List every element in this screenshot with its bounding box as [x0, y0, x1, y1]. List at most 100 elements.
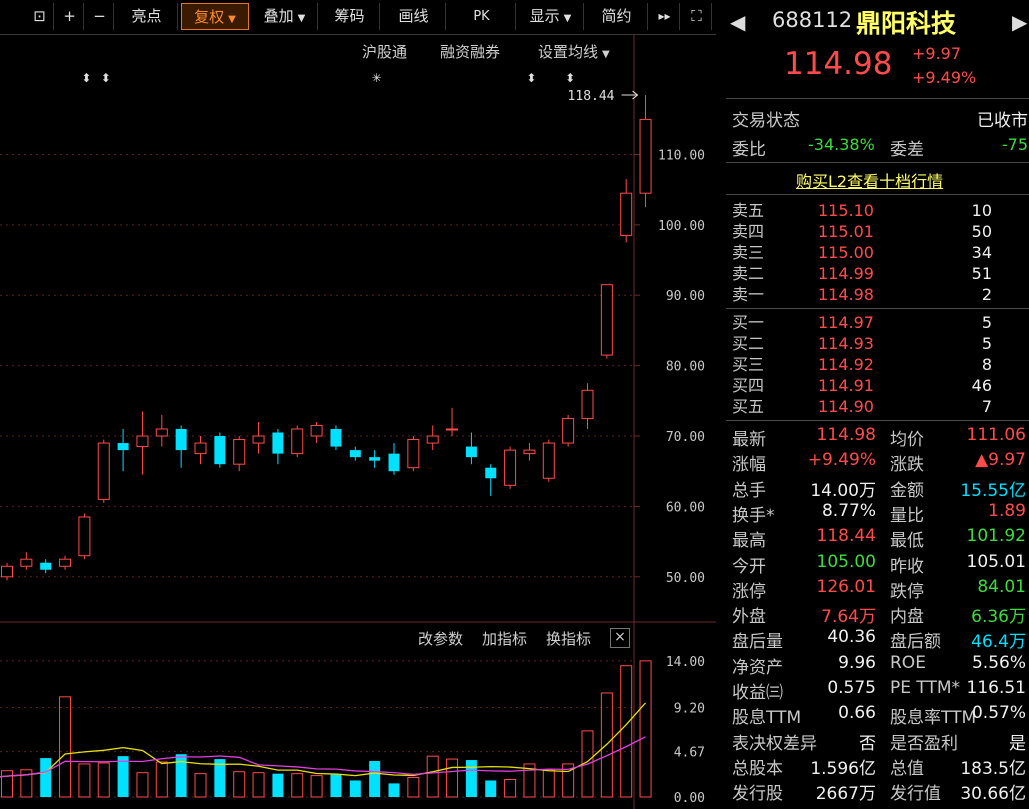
stat-label: 跌停	[890, 581, 924, 602]
candle-down	[349, 450, 361, 458]
event-marker-icon: ⬍	[526, 71, 536, 85]
stat-label: 总值	[890, 758, 924, 779]
l2-quote-link[interactable]: 购买L2查看十档行情	[796, 168, 943, 192]
bid-level-label: 买二	[732, 334, 765, 353]
volume-bar-down	[369, 761, 381, 797]
fullscreen-icon[interactable]: ⛶	[682, 3, 712, 30]
price-tick-label: 80.00	[666, 360, 705, 375]
volume-bar-down	[117, 756, 129, 797]
stat-row: 盘后量 40.36 盘后额 46.4万	[732, 627, 1028, 652]
price-tick-label: 50.00	[666, 571, 705, 586]
bid-level-label: 买五	[732, 397, 765, 416]
stat-value: 46.4万	[971, 632, 1026, 653]
volume-bar-up	[59, 696, 72, 798]
candle-up	[233, 439, 246, 465]
ask-level-price: 114.99	[818, 264, 874, 283]
chips-button[interactable]: 筹码	[320, 3, 380, 30]
candle-up	[504, 449, 517, 486]
stat-value: 116.51	[966, 678, 1026, 698]
volume-bar-up	[426, 755, 439, 798]
ask-level-label: 卖五	[732, 201, 765, 220]
trade-status-row: 交易状态 已收市	[732, 111, 1028, 131]
volume-bar-up	[155, 761, 168, 798]
bid-level-price: 114.90	[818, 397, 874, 416]
stat-label: 涨停	[732, 581, 766, 602]
candle-up	[523, 449, 536, 455]
simple-button[interactable]: 简约	[586, 3, 648, 30]
zoom-in-icon[interactable]: +	[56, 3, 84, 30]
candle-up	[542, 442, 555, 479]
candle-up	[136, 435, 149, 448]
stat-value: 40.36	[827, 627, 876, 648]
stat-value: ▲9.97	[975, 450, 1026, 471]
stat-value: 否	[859, 733, 876, 754]
stat-label: 收益㈢	[732, 683, 783, 703]
next-stock-icon[interactable]: ▶	[1012, 10, 1027, 34]
stat-row: 表决权差异 否 是否盈利 是	[732, 729, 1028, 754]
prev-stock-icon[interactable]: ◀	[730, 10, 745, 34]
quote-panel: ◀ ▶ 688112 鼎阳科技 114.98 +9.97 +9.49% 交易状态…	[720, 0, 1029, 809]
stat-value: 7.64万	[821, 607, 876, 628]
price-change: +9.97	[912, 44, 962, 63]
stat-value: 是	[1009, 733, 1026, 754]
candle-up	[252, 435, 265, 444]
candle-up	[446, 428, 459, 431]
ask-level-label: 卖三	[732, 243, 765, 262]
stat-label: 最新	[732, 430, 766, 450]
stat-value: 111.06	[966, 425, 1026, 445]
event-marker-icon: ⬍	[81, 71, 91, 85]
stat-value: 0.57%	[971, 703, 1026, 724]
volume-bar-up	[542, 769, 555, 798]
volume-bar-up	[310, 775, 323, 798]
candle-up	[1, 565, 13, 578]
stat-label: 发行股	[732, 784, 783, 805]
fast-forward-icon[interactable]: ▸▸	[650, 3, 680, 30]
stat-label: 涨幅	[732, 455, 766, 476]
unlock-icon[interactable]: ⊡	[26, 3, 54, 30]
candle-down	[330, 428, 342, 447]
volume-bar-up	[1, 770, 13, 798]
candle-up	[639, 118, 652, 194]
stat-label: 总股本	[732, 758, 783, 779]
stat-value: 14.00万	[810, 480, 876, 501]
price-change-pct: +9.49%	[912, 68, 977, 87]
stat-value: 15.55亿	[960, 480, 1026, 501]
bid-level-label: 买一	[732, 313, 765, 332]
pk-button[interactable]: PK	[448, 3, 516, 30]
draw-line-button[interactable]: 画线	[382, 3, 446, 30]
ask-level-volume: 51	[971, 264, 992, 283]
price-tick-label: 90.00	[666, 289, 705, 304]
stock-name: 鼎阳科技	[856, 9, 957, 38]
candle-down	[117, 443, 129, 451]
stat-value: 6.36万	[971, 607, 1026, 628]
candle-down	[214, 436, 226, 465]
fuquan-button[interactable]: 复权 ▼	[181, 3, 249, 30]
volume-bar-down	[175, 754, 187, 797]
volume-bar-up	[97, 762, 110, 798]
volume-bar-up	[639, 660, 652, 798]
volume-bar-down	[485, 780, 497, 797]
volume-bar-down	[330, 774, 342, 797]
display-button[interactable]: 显示 ▼	[518, 3, 584, 30]
stat-label: 发行值	[890, 784, 941, 805]
stat-row: 股息TTM 0.66 股息率TTM 0.57%	[732, 703, 1028, 728]
ask-level-label: 卖一	[732, 285, 765, 304]
stat-label: 股息率TTM	[890, 708, 977, 729]
volume-bar-down	[465, 760, 477, 797]
stat-label: PE TTM*	[890, 678, 961, 698]
candle-down	[485, 467, 497, 479]
stat-label: 盘后额	[890, 632, 941, 653]
ask-level-volume: 10	[971, 201, 992, 220]
volume-bar-up	[194, 773, 207, 798]
stat-value: 8.77%	[821, 500, 876, 521]
candle-up	[291, 428, 304, 455]
weibi-row: 委比 -34.38% 委差 -75	[732, 135, 1028, 160]
kline-chart[interactable]: 110.00 100.00 90.00 80.00 70.00 60.00 50.00 118…	[0, 34, 716, 809]
stat-label: 金额	[890, 480, 924, 501]
overlay-button[interactable]: 叠加 ▼	[252, 3, 318, 30]
stat-row: 最新 114.98 均价 111.06	[732, 425, 1028, 450]
highlight-button[interactable]: 亮点	[116, 3, 178, 30]
zoom-out-icon[interactable]: −	[86, 3, 114, 30]
volume-bar-down	[272, 773, 284, 797]
stat-row: 收益㈢ 0.575 PE TTM* 116.51	[732, 678, 1028, 703]
